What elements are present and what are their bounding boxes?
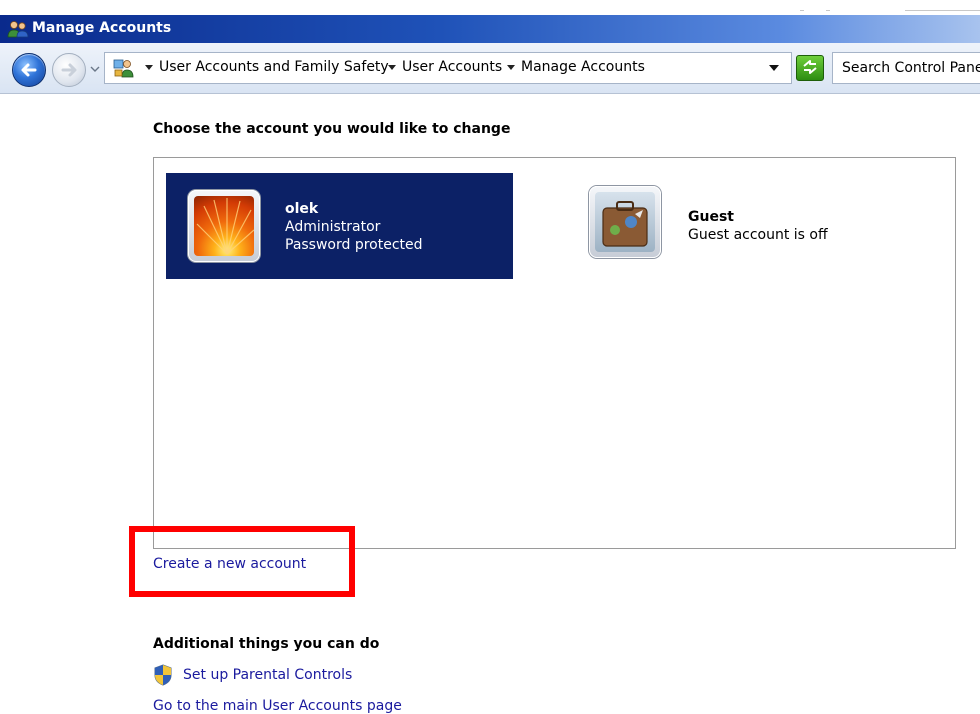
account-type: Administrator [285,219,381,235]
refresh-button[interactable] [796,55,824,81]
back-arrow-icon [21,63,37,77]
search-input[interactable] [833,53,980,83]
main-user-accounts-link[interactable]: Go to the main User Accounts page [153,698,402,714]
users-icon [7,21,29,38]
navigation-bar: User Accounts and Family Safety User Acc… [0,43,980,94]
additional-tasks-heading: Additional things you can do [153,636,380,652]
breadcrumb-item[interactable]: User Accounts [402,59,502,75]
title-bar: Manage Accounts [0,15,980,43]
control-panel-icon [113,59,134,78]
breadcrumb-item[interactable]: Manage Accounts [521,59,645,75]
suitcase-icon [595,192,655,252]
address-dropdown-icon[interactable] [769,65,779,71]
forward-button[interactable] [52,53,86,87]
window-title: Manage Accounts [32,20,172,36]
page-heading: Choose the account you would like to cha… [153,121,511,137]
account-tile-olek[interactable]: olek Administrator Password protected [166,173,513,279]
breadcrumb-item[interactable]: User Accounts and Family Safety [159,59,389,75]
divider [800,10,804,11]
search-box[interactable] [832,52,980,84]
shield-icon [154,664,172,686]
divider [905,10,980,11]
avatar [589,186,661,258]
top-strip [0,0,980,14]
refresh-icon [803,60,817,74]
accounts-list: olek Administrator Password protected Gu… [153,157,956,549]
forward-arrow-icon [61,63,77,77]
breadcrumb-separator-icon[interactable] [145,65,153,70]
parental-controls-link[interactable]: Set up Parental Controls [183,667,352,683]
breadcrumb-separator-icon[interactable] [507,65,515,70]
account-status: Guest account is off [688,227,828,243]
back-button[interactable] [12,53,46,87]
divider [826,10,830,11]
create-account-link[interactable]: Create a new account [153,556,306,572]
account-status: Password protected [285,237,423,253]
account-tile-guest[interactable]: Guest Guest account is off [586,183,906,271]
avatar [188,190,260,262]
account-name: Guest [688,209,734,225]
breadcrumb-separator-icon[interactable] [388,65,396,70]
address-bar[interactable]: User Accounts and Family Safety User Acc… [104,52,792,84]
recent-pages-chevron-icon[interactable] [89,63,101,75]
account-name: olek [285,201,319,217]
orange-flower-icon [194,196,254,256]
